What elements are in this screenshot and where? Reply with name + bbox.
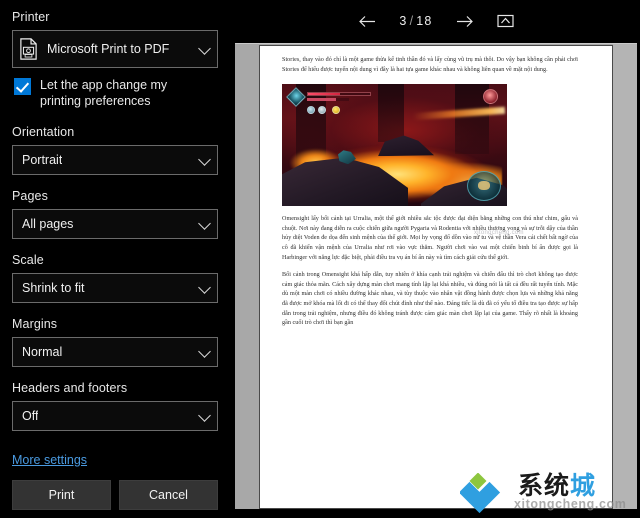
scale-group: Scale Shrink to fit (12, 253, 220, 303)
orientation-value: Portrait (22, 153, 63, 167)
app-preferences-checkbox[interactable]: Let the app change my printing preferenc… (14, 77, 220, 109)
next-page-button[interactable] (452, 9, 478, 33)
print-preview-dialog: Printer Microsoft Print to PDF Let the a… (0, 0, 640, 518)
chevron-down-icon (198, 345, 211, 358)
preview-toolbar: 3/18 (232, 0, 640, 42)
scale-select[interactable]: Shrink to fit (12, 273, 218, 303)
chevron-down-icon (198, 409, 211, 422)
printer-group: Printer Microsoft Print to PDF (12, 10, 220, 68)
print-preview-panel: 3/18 Stories, thay vào đó chỉ là một gam… (232, 0, 640, 518)
pdf-printer-icon (20, 38, 37, 60)
document-paragraph: Stories, thay vào đó chỉ là một game thừ… (282, 57, 578, 73)
total-pages: 18 (416, 14, 433, 28)
gameplay-screenshot (282, 84, 507, 207)
arrow-left-icon (359, 15, 375, 27)
fit-to-page-icon (496, 14, 514, 28)
headers-footers-group: Headers and footers Off (12, 381, 220, 431)
pages-select[interactable]: All pages (12, 209, 218, 239)
margins-select[interactable]: Normal (12, 337, 218, 367)
current-page: 3 (399, 14, 408, 28)
print-button[interactable]: Print (12, 480, 111, 510)
hud-energy-bar (307, 98, 349, 101)
fit-page-button[interactable] (492, 9, 518, 33)
scale-value: Shrink to fit (22, 281, 85, 295)
checkmark-icon (14, 78, 31, 95)
chevron-down-icon (198, 153, 211, 166)
page-sheet: Stories, thay vào đó chỉ là một game thừ… (259, 45, 613, 509)
document-content: Stories, thay vào đó chỉ là một game thừ… (282, 56, 578, 338)
pages-value: All pages (22, 217, 74, 231)
pages-group: Pages All pages (12, 189, 220, 239)
margins-value: Normal (22, 345, 63, 359)
hud-minimap (467, 171, 501, 202)
chevron-down-icon (198, 42, 211, 55)
headers-footers-value: Off (22, 409, 39, 423)
more-settings-link[interactable]: More settings (12, 453, 87, 467)
previous-page-button[interactable] (354, 9, 380, 33)
orientation-label: Orientation (12, 125, 75, 139)
orientation-select[interactable]: Portrait (12, 145, 218, 175)
printer-select[interactable]: Microsoft Print to PDF (12, 30, 218, 68)
headers-footers-label: Headers and footers (12, 381, 128, 395)
app-preferences-label: Let the app change my printing preferenc… (40, 78, 168, 108)
preview-scrollbar[interactable] (613, 44, 637, 509)
pages-label: Pages (12, 189, 48, 203)
hud-health-bar (307, 92, 371, 97)
arrow-right-icon (457, 15, 473, 27)
scale-label: Scale (12, 253, 44, 267)
headers-footers-select[interactable]: Off (12, 401, 218, 431)
print-settings-panel: Printer Microsoft Print to PDF Let the a… (0, 0, 232, 518)
margins-group: Margins Normal (12, 317, 220, 367)
orientation-group: Orientation Portrait (12, 125, 220, 175)
dialog-actions: Print Cancel (12, 480, 218, 510)
printer-label: Printer (12, 10, 50, 24)
preview-stage[interactable]: Stories, thay vào đó chỉ là một game thừ… (235, 43, 637, 509)
margins-label: Margins (12, 317, 58, 331)
document-paragraph: Omensight lấy bối cảnh tại Urralia, một … (282, 216, 578, 261)
cancel-button[interactable]: Cancel (119, 480, 218, 510)
page-separator: / (409, 14, 415, 28)
document-paragraph: Bối cảnh trong Omensight khá hấp dẫn, tu… (282, 272, 578, 327)
page-counter: 3/18 (394, 14, 438, 28)
chevron-down-icon (198, 281, 211, 294)
rock-pillar (378, 84, 404, 143)
printer-value: Microsoft Print to PDF (47, 42, 170, 56)
chevron-down-icon (198, 217, 211, 230)
